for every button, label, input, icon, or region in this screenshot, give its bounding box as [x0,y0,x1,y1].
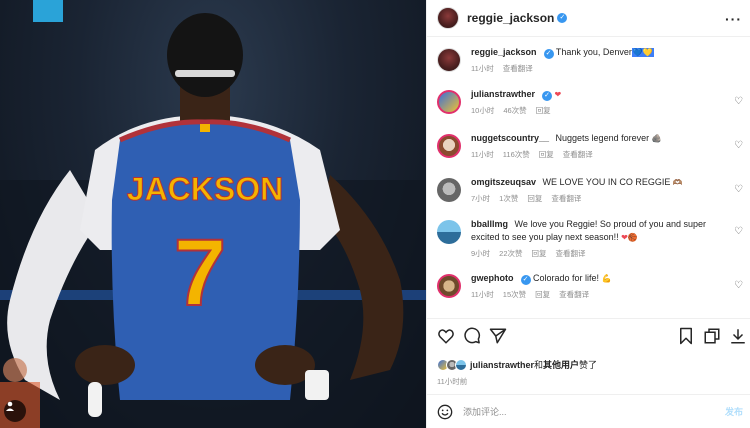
player-illustration: JACKSON 7 [0,13,426,428]
share-icon[interactable] [489,327,507,345]
heart-icon[interactable]: ♡ [734,96,743,107]
heart-icon[interactable]: ♡ [734,184,743,195]
likes-suffix: 赞了 [579,360,598,370]
comments-list: reggie_jackson ✓ Thank you, Denver💙💛 11小时… [427,38,750,318]
action-bar [427,318,750,356]
jersey-name: JACKSON [127,171,283,207]
comment-emoji: 💪 [601,274,612,283]
avatar[interactable] [437,220,461,244]
more-icon[interactable]: ··· [725,11,742,27]
likes-connector: 和 [534,360,544,370]
comment-username[interactable]: bballlmg [471,219,508,229]
comment-username[interactable]: gwephoto [471,273,514,283]
author-username[interactable]: reggie_jackson [467,11,554,25]
comment-time: 11小时 [471,64,494,73]
verified-icon: ✓ [542,91,553,101]
post-header: reggie_jackson ✓ ··· [427,0,750,37]
avatar [455,358,467,371]
reply-button[interactable]: 回复 [539,150,554,159]
verified-icon: ✓ [520,275,531,285]
likes-user[interactable]: julianstrawther [470,360,534,370]
comment-time: 11小时 [471,290,494,299]
post-photo[interactable]: JACKSON 7 [0,0,426,428]
comment-emoji: ❤🏀 [621,233,638,242]
verified-icon: ✓ [557,13,568,23]
post-side-panel: reggie_jackson ✓ ··· reggie_jackson ✓ Tha… [426,0,750,428]
heart-icon[interactable]: ♡ [734,226,743,237]
verified-icon: ✓ [543,49,554,59]
translate-link[interactable]: 查看翻译 [563,150,593,159]
comment-text: WE LOVE YOU IN CO REGGIE [542,177,671,187]
comment-icon[interactable] [463,327,481,345]
comment-input[interactable] [463,406,693,417]
likes-summary[interactable]: julianstrawther 和其他用户 赞了 [437,358,597,371]
likes-others[interactable]: 其他用户 [543,358,579,371]
download-icon[interactable] [729,327,747,345]
avatar[interactable] [437,274,461,298]
heart-icon[interactable] [437,327,455,345]
comment-likes[interactable]: 15次赞 [503,290,526,299]
translate-link[interactable]: 查看翻译 [551,194,581,203]
reply-button[interactable]: 回复 [536,106,551,115]
avatar[interactable] [437,90,461,114]
comment-likes[interactable]: 22次赞 [499,249,522,258]
reply-button[interactable]: 回复 [535,290,550,299]
comment-text: Thank you, Denver [555,47,632,57]
comment-time: 7小时 [471,194,491,203]
comment-emoji: 🫶🏽 [672,178,683,187]
copy-icon[interactable] [703,327,721,345]
comment-emoji: ❤ [554,90,562,99]
jersey-number: 7 [174,220,227,326]
author-avatar[interactable] [437,7,459,29]
reply-button[interactable]: 回复 [532,249,547,258]
comment-time: 9小时 [471,249,491,258]
comment-text: Colorado for life! [533,273,600,283]
avatar[interactable] [437,178,461,202]
user-tag-icon[interactable] [4,400,26,422]
comment-likes[interactable]: 116次赞 [503,150,530,159]
comment-time: 10小时 [471,106,495,115]
comment-time: 11小时 [471,150,494,159]
smiley-icon[interactable] [437,404,453,420]
add-comment-bar: 发布 [427,394,750,428]
heart-icon[interactable]: ♡ [734,280,743,291]
avatar[interactable] [437,48,461,72]
translate-link[interactable]: 查看翻译 [556,249,586,258]
translate-link[interactable]: 查看翻译 [559,290,589,299]
avatar[interactable] [437,134,461,158]
comment-username[interactable]: omgitszeuqsav [471,177,536,187]
heart-icon[interactable]: ♡ [734,140,743,151]
comment-likes[interactable]: 1次赞 [499,194,518,203]
comment-username[interactable]: nuggetscountry__ [471,133,549,143]
comment-emoji: 💙💛 [631,48,654,57]
bookmark-icon[interactable] [677,327,695,345]
comment-likes[interactable]: 46次赞 [503,106,526,115]
post-button[interactable]: 发布 [725,405,743,418]
reply-button[interactable]: 回复 [527,194,542,203]
comment-username[interactable]: julianstrawther [471,89,535,99]
post-time: 11小时前 [437,377,468,386]
comment-username[interactable]: reggie_jackson [471,47,537,57]
translate-link[interactable]: 查看翻译 [503,64,533,73]
comment-text: Nuggets legend forever [555,133,650,143]
comment-emoji: 🪨 [651,134,662,143]
